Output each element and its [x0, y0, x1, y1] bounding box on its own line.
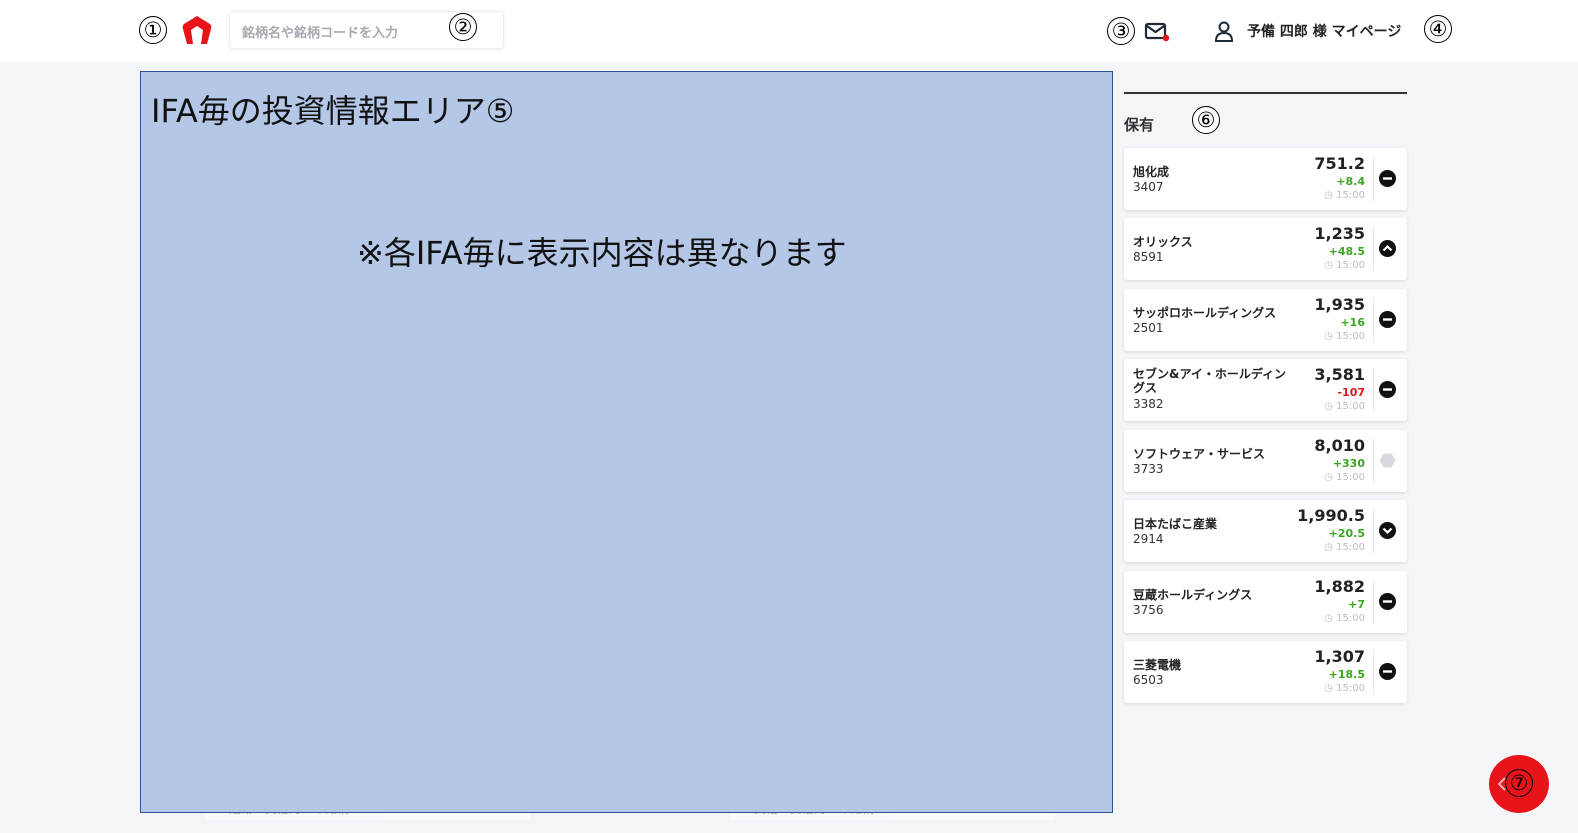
divider: [1373, 580, 1374, 624]
top-header: ① 銘柄名や銘柄コードを入力 ② ③ 予備 四郎 様 マイページ ④: [0, 0, 1578, 62]
clock-time: ◷ 15:00: [1324, 401, 1365, 412]
stock-price: 1,882: [1314, 577, 1365, 596]
stock-change: +16: [1340, 316, 1365, 329]
stock-change: +18.5: [1328, 668, 1365, 681]
clock-time: ◷ 15:00: [1324, 260, 1365, 271]
flat-icon: [1379, 311, 1396, 328]
holdings-divider: [1124, 92, 1407, 94]
divider: [1373, 650, 1374, 694]
stock-name: 豆蔵ホールディングス: [1133, 588, 1253, 602]
hexagon-icon: [1379, 453, 1396, 468]
stock-change: -107: [1337, 386, 1365, 399]
holding-card[interactable]: オリックス 8591 1,235 +48.5 ◷ 15:00: [1124, 218, 1407, 280]
holding-card[interactable]: 三菱電機 6503 1,307 +18.5 ◷ 15:00: [1124, 641, 1407, 703]
flat-icon: [1379, 593, 1396, 610]
ifa-info-area: IFA毎の投資情報エリア⑤ ※各IFA毎に表示内容は異なります: [140, 71, 1113, 813]
ifa-area-title: IFA毎の投資情報エリア⑤: [151, 92, 515, 130]
stock-price: 8,010: [1314, 436, 1365, 455]
stock-change: +48.5: [1328, 245, 1365, 258]
divider: [1373, 227, 1374, 271]
stock-code: 2914: [1133, 532, 1164, 546]
clock-time: ◷ 15:00: [1324, 683, 1365, 694]
stock-change: +20.5: [1328, 527, 1365, 540]
marker-3: ③: [1107, 17, 1135, 45]
holding-card[interactable]: 旭化成 3407 751.2 +8.4 ◷ 15:00: [1124, 148, 1407, 210]
marker-2: ②: [449, 13, 477, 41]
stock-code: 6503: [1133, 673, 1164, 687]
stock-price: 1,990.5: [1297, 506, 1365, 525]
stock-code: 3407: [1133, 180, 1164, 194]
holding-card[interactable]: ソフトウェア・サービス 3733 8,010 +330 ◷ 15:00: [1124, 430, 1407, 492]
stock-change: +8.4: [1336, 175, 1365, 188]
clock-time: ◷ 15:00: [1324, 542, 1365, 553]
divider: [1373, 509, 1374, 553]
stock-code: 2501: [1133, 321, 1164, 335]
stock-name: 旭化成: [1133, 165, 1170, 179]
down-icon: [1379, 522, 1396, 539]
stock-price: 751.2: [1314, 154, 1365, 173]
stock-change: +7: [1348, 598, 1365, 611]
clock-time: ◷ 15:00: [1324, 472, 1365, 483]
stock-change: +330: [1332, 457, 1365, 470]
mypage-link[interactable]: 予備 四郎 様 マイページ: [1213, 18, 1401, 44]
stock-name: ソフトウェア・サービス: [1133, 447, 1266, 461]
brand-logo-icon[interactable]: [180, 15, 214, 45]
flat-icon: [1379, 381, 1396, 398]
holding-card[interactable]: サッポロホールディングス 2501 1,935 +16 ◷ 15:00: [1124, 289, 1407, 351]
mail-icon[interactable]: [1144, 20, 1172, 44]
stock-price: 3,581: [1314, 365, 1365, 384]
user-label: 予備 四郎 様 マイページ: [1247, 24, 1402, 40]
flat-icon: [1379, 170, 1396, 187]
stock-price: 1,307: [1314, 647, 1365, 666]
clock-time: ◷ 15:00: [1324, 331, 1365, 342]
holding-card[interactable]: セブン&アイ・ホールディングス 3382 3,581 -107 ◷ 15:00: [1124, 359, 1407, 421]
stock-name: オリックス: [1133, 235, 1193, 249]
divider: [1373, 298, 1374, 342]
clock-time: ◷ 15:00: [1324, 190, 1365, 201]
up-icon: [1379, 240, 1396, 257]
stock-price: 1,935: [1314, 295, 1365, 314]
stock-price: 1,235: [1314, 224, 1365, 243]
stock-name: セブン&アイ・ホールディングス: [1133, 367, 1287, 395]
holding-card[interactable]: 日本たばこ産業 2914 1,990.5 +20.5 ◷ 15:00: [1124, 500, 1407, 562]
marker-4: ④: [1424, 15, 1452, 43]
floating-action-button[interactable]: ⑦: [1489, 755, 1549, 813]
marker-7: ⑦: [1505, 769, 1533, 797]
marker-6: ⑥: [1192, 106, 1220, 134]
divider: [1373, 368, 1374, 412]
stock-name: サッポロホールディングス: [1133, 306, 1277, 320]
holdings-title: 保有: [1124, 116, 1155, 134]
flat-icon: [1379, 663, 1396, 680]
stock-name: 日本たばこ産業: [1133, 517, 1218, 531]
stock-code: 8591: [1133, 250, 1164, 264]
stock-code: 3382: [1133, 397, 1164, 411]
marker-1: ①: [139, 16, 167, 44]
divider: [1373, 157, 1374, 201]
stock-name: 三菱電機: [1133, 658, 1182, 672]
user-icon: [1214, 21, 1234, 42]
stock-code: 3756: [1133, 603, 1164, 617]
holding-card[interactable]: 豆蔵ホールディングス 3756 1,882 +7 ◷ 15:00: [1124, 571, 1407, 633]
stock-code: 3733: [1133, 462, 1164, 476]
divider: [1373, 439, 1374, 483]
clock-time: ◷ 15:00: [1324, 613, 1365, 624]
ifa-area-note: ※各IFA毎に表示内容は異なります: [357, 234, 847, 272]
